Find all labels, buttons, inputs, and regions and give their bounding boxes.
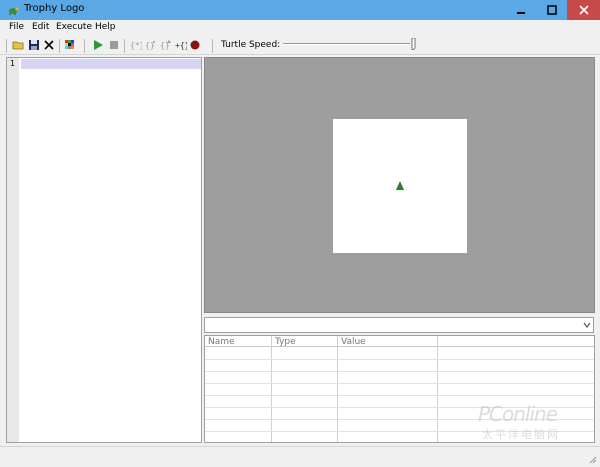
step-out-button[interactable]: {} [160, 39, 172, 51]
toolbar-separator [212, 39, 213, 53]
close-icon [578, 5, 589, 15]
menu-file[interactable]: File [9, 22, 24, 32]
column-header-type[interactable]: Type [275, 337, 296, 347]
palette-icon [65, 40, 74, 49]
column-header-value[interactable]: Value [341, 337, 366, 347]
column-divider[interactable] [437, 336, 438, 442]
menu-execute[interactable]: Execute [56, 22, 92, 32]
table-row [205, 395, 594, 396]
open-button[interactable] [12, 39, 24, 51]
toolbar-separator [124, 39, 125, 53]
line-number-gutter: 1 [7, 58, 19, 442]
menu-edit[interactable]: Edit [32, 22, 49, 32]
step-into-button[interactable]: {*} [130, 39, 142, 51]
step-over-button[interactable]: {} [145, 39, 157, 51]
minimize-icon [517, 12, 525, 14]
title-bar: Trophy Logo [0, 0, 600, 20]
drawing-area [204, 57, 595, 313]
current-line-highlight [21, 59, 201, 69]
toolbar-separator [59, 39, 60, 53]
window-title: Trophy Logo [24, 3, 85, 14]
save-icon [29, 40, 39, 50]
stop-button[interactable] [108, 39, 120, 51]
breakpoint-toggle-button[interactable]: +{} [175, 39, 187, 51]
step-over-icon: {} [145, 41, 155, 50]
table-row [205, 383, 594, 384]
turtle-speed-slider-track[interactable] [283, 43, 410, 45]
menu-help[interactable]: Help [95, 22, 116, 32]
step-out-icon: {} [160, 40, 171, 50]
run-button[interactable] [92, 39, 104, 51]
open-icon [12, 41, 24, 50]
menu-bar: File Edit Execute Help [0, 20, 600, 36]
breakpoint-toggle-icon: +{} [175, 41, 187, 50]
turtle-speed-label: Turtle Speed: [221, 40, 281, 50]
column-divider[interactable] [337, 336, 338, 442]
stop-icon [110, 41, 118, 49]
close-file-button[interactable] [43, 39, 55, 51]
palette-button[interactable] [64, 39, 76, 51]
table-row [205, 371, 594, 372]
maximize-icon [547, 5, 557, 15]
record-button[interactable] [189, 39, 201, 51]
close-button[interactable] [567, 0, 600, 20]
watermark-brand: PConline [478, 402, 558, 426]
maximize-button[interactable] [536, 0, 568, 20]
record-icon [190, 40, 200, 50]
toolbar-separator [6, 39, 7, 53]
toolbar-separator [84, 39, 85, 53]
variables-table-header: Name Type Value [205, 336, 594, 347]
resize-grip-icon[interactable] [587, 454, 597, 464]
column-divider[interactable] [271, 336, 272, 442]
turtle-canvas [333, 119, 467, 253]
svg-text:{*}: {*} [130, 41, 142, 50]
code-editor[interactable]: 1 [6, 57, 202, 443]
chevron-down-icon [583, 322, 591, 328]
app-turtle-icon [9, 7, 19, 15]
turtle-cursor-icon [396, 181, 404, 190]
pconline-watermark: PConline 太平洋电脑网 [478, 402, 588, 442]
toolbar: {*} {} {} +{} Turtle Speed: [0, 36, 600, 55]
run-icon [94, 40, 103, 50]
column-header-name[interactable]: Name [208, 337, 235, 347]
svg-text:{}: {} [145, 41, 155, 50]
close-file-icon [44, 40, 54, 50]
table-row [205, 359, 594, 360]
svg-text:+{}: +{} [175, 41, 187, 50]
step-into-icon: {*} [130, 41, 142, 50]
scope-dropdown[interactable] [204, 317, 594, 333]
save-button[interactable] [28, 39, 40, 51]
line-number: 1 [10, 59, 15, 68]
turtle-speed-slider-thumb[interactable] [411, 38, 416, 50]
status-bar [0, 446, 600, 467]
minimize-button[interactable] [505, 0, 537, 20]
watermark-subtitle: 太平洋电脑网 [482, 428, 560, 441]
